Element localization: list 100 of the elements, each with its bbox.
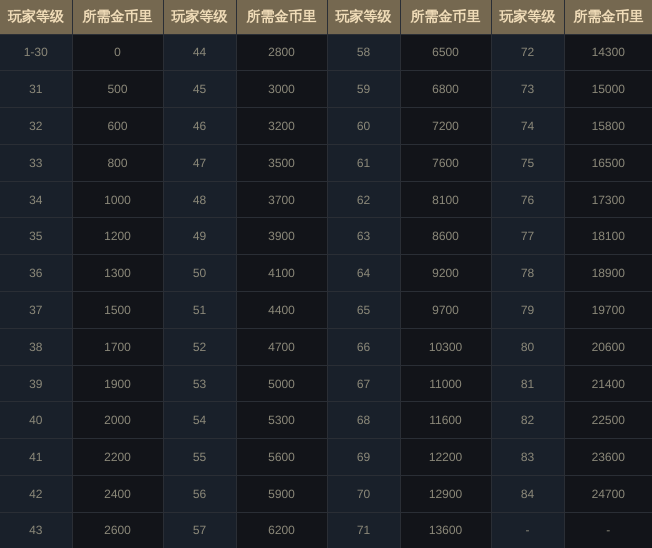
table-cell: 3900 [236, 218, 327, 255]
table-cell: 50 [163, 254, 236, 292]
table-cell: 59 [327, 70, 400, 108]
table-cell: 83 [491, 438, 564, 476]
column-header: 所需金币里 [564, 0, 652, 34]
table-cell: 20600 [564, 328, 652, 366]
column-header: 所需金币里 [72, 0, 163, 34]
table-cell: 81 [491, 365, 564, 402]
table-cell: 8600 [400, 218, 491, 255]
table-cell: 51 [163, 292, 236, 328]
table-cell: 66 [327, 328, 400, 366]
table-cell: 65 [327, 292, 400, 328]
table-cell: 32 [0, 108, 72, 144]
column-header: 玩家等级 [491, 0, 564, 34]
table-cell: 6800 [400, 70, 491, 108]
table-cell: 15800 [564, 108, 652, 144]
table-cell: 70 [327, 476, 400, 512]
table-cell: 56 [163, 476, 236, 512]
table-cell: 80 [491, 328, 564, 366]
table-cell: 76 [491, 181, 564, 218]
table-cell: 42 [0, 476, 72, 512]
table-cell: 77 [491, 218, 564, 255]
table-cell: 58 [327, 34, 400, 71]
table-cell: 21400 [564, 365, 652, 402]
table-cell: 31 [0, 70, 72, 108]
table-cell: 8100 [400, 181, 491, 218]
table-cell: 52 [163, 328, 236, 366]
table-cell: 38 [0, 328, 72, 366]
table-cell: 17300 [564, 181, 652, 218]
table-cell: 3500 [236, 144, 327, 182]
table-cell: 33 [0, 144, 72, 182]
table-cell: 10300 [400, 328, 491, 366]
table-cell: 7600 [400, 144, 491, 182]
table-cell: 36 [0, 254, 72, 292]
table-cell: 4400 [236, 292, 327, 328]
table-cell: 61 [327, 144, 400, 182]
table-cell: 5300 [236, 402, 327, 439]
table-cell: 2400 [72, 476, 163, 512]
table-cell: 6200 [236, 512, 327, 548]
table-cell: 54 [163, 402, 236, 439]
table-cell: 68 [327, 402, 400, 439]
table-cell: 82 [491, 402, 564, 439]
table-cell: 4700 [236, 328, 327, 366]
table-cell: 34 [0, 181, 72, 218]
table-cell: 3200 [236, 108, 327, 144]
table-cell: 72 [491, 34, 564, 71]
table-cell: 9200 [400, 254, 491, 292]
table-cell: 2200 [72, 438, 163, 476]
table-cell: 1700 [72, 328, 163, 366]
table-cell: 5600 [236, 438, 327, 476]
table-cell: 44 [163, 34, 236, 71]
table-cell: 18100 [564, 218, 652, 255]
column-header: 所需金币里 [400, 0, 491, 34]
column-header: 玩家等级 [327, 0, 400, 34]
table-cell: 2800 [236, 34, 327, 71]
table-cell: 11600 [400, 402, 491, 439]
table-cell: - [564, 512, 652, 548]
table-cell: 11000 [400, 365, 491, 402]
table-cell: 2600 [72, 512, 163, 548]
table-cell: 3700 [236, 181, 327, 218]
table-cell: 1000 [72, 181, 163, 218]
table-cell: 37 [0, 292, 72, 328]
table-cell: 1500 [72, 292, 163, 328]
table-cell: 2000 [72, 402, 163, 439]
table-cell: 40 [0, 402, 72, 439]
table-cell: 7200 [400, 108, 491, 144]
table-cell: 62 [327, 181, 400, 218]
table-cell: 57 [163, 512, 236, 548]
table-cell: 22500 [564, 402, 652, 439]
table-cell: 78 [491, 254, 564, 292]
table-cell: 1-30 [0, 34, 72, 71]
table-cell: 16500 [564, 144, 652, 182]
table-cell: 48 [163, 181, 236, 218]
table-cell: 41 [0, 438, 72, 476]
table-cell: 43 [0, 512, 72, 548]
table-cell: 64 [327, 254, 400, 292]
table-cell: 15000 [564, 70, 652, 108]
table-cell: 6500 [400, 34, 491, 71]
table-cell: 5000 [236, 365, 327, 402]
table-cell: 74 [491, 108, 564, 144]
table-cell: 53 [163, 365, 236, 402]
table-cell: 800 [72, 144, 163, 182]
table-cell: - [491, 512, 564, 548]
table-cell: 45 [163, 70, 236, 108]
table-cell: 600 [72, 108, 163, 144]
table-cell: 23600 [564, 438, 652, 476]
table-cell: 1200 [72, 218, 163, 255]
table-cell: 12900 [400, 476, 491, 512]
column-header: 所需金币里 [236, 0, 327, 34]
table-cell: 46 [163, 108, 236, 144]
table-cell: 5900 [236, 476, 327, 512]
table-cell: 14300 [564, 34, 652, 71]
table-cell: 9700 [400, 292, 491, 328]
table-cell: 73 [491, 70, 564, 108]
table-cell: 500 [72, 70, 163, 108]
table-cell: 69 [327, 438, 400, 476]
table-cell: 67 [327, 365, 400, 402]
table-cell: 75 [491, 144, 564, 182]
table-cell: 79 [491, 292, 564, 328]
table-cell: 60 [327, 108, 400, 144]
